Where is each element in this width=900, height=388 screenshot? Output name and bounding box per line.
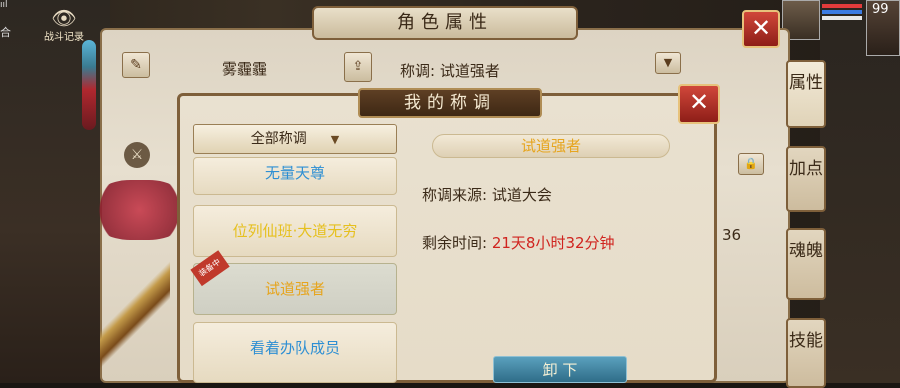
list-item[interactable]: 看着办队成员 — [193, 322, 397, 383]
hud-side-label: 合 — [0, 26, 11, 39]
attribute-value: 36 — [722, 226, 742, 244]
ribbon-decoration — [92, 180, 187, 240]
list-item[interactable]: 无量天尊 — [193, 157, 397, 195]
chevron-down-icon: ▼ — [330, 133, 340, 146]
player-name: 雾霾霾 — [222, 60, 268, 78]
list-item[interactable]: 位列仙班·大道无穷 — [193, 205, 397, 257]
mana-bar — [822, 10, 862, 14]
health-bar — [822, 4, 862, 8]
title-name: 试道强者 — [264, 280, 325, 298]
close-dialog-button[interactable]: ✕ — [678, 84, 720, 124]
tab-add-points[interactable]: 加点 — [786, 146, 826, 212]
chevron-down-icon: ▼ — [663, 56, 673, 69]
player-level: 99 — [872, 2, 889, 17]
title-name: 看着办队成员 — [249, 339, 340, 357]
title-name: 无量天尊 — [264, 164, 325, 182]
current-title-label: 称调: 试道强者 — [400, 62, 500, 80]
close-panel-button[interactable]: ✕ — [742, 10, 780, 48]
dialog-title: 我的称调 — [404, 93, 496, 113]
right-scenery — [820, 0, 900, 383]
remaining-time-label: 剩余时间: — [422, 234, 492, 252]
tassel-decoration — [82, 40, 96, 130]
tab-skills[interactable]: 技能 — [786, 318, 826, 388]
tab-attributes[interactable]: 属性 — [786, 60, 826, 128]
lock-icon: 🔒 — [744, 157, 758, 170]
remaining-time: 剩余时间: 21天8小时32分钟 — [422, 232, 702, 254]
unequip-button[interactable]: 卸 下 — [493, 356, 627, 383]
detail-title-name: 试道强者 — [520, 137, 581, 155]
eye-icon: 👁 — [51, 6, 77, 30]
tab-soul[interactable]: 魂魄 — [786, 228, 826, 300]
crossed-swords-icon[interactable]: ⚔ — [124, 142, 150, 168]
filter-label: 全部称调 — [250, 131, 307, 147]
pencil-icon: ✎ — [130, 57, 142, 73]
title-source: 称调来源: 试道大会 — [422, 186, 552, 204]
share-icon: ⇪ — [352, 59, 364, 74]
remaining-time-value: 21天8小时32分钟 — [491, 234, 615, 252]
panel-title: 角色属性 — [397, 12, 493, 33]
edit-name-button[interactable]: ✎ — [122, 52, 150, 78]
signal-indicator: ııl — [0, 0, 8, 10]
title-filter-dropdown[interactable]: 全部称调 ▼ — [193, 124, 397, 154]
title-name: 位列仙班·大道无穷 — [232, 222, 358, 240]
health-mana-bars — [822, 4, 862, 20]
sword-decoration — [100, 255, 170, 375]
title-dropdown-button[interactable]: ▼ — [655, 52, 681, 74]
lock-button[interactable]: 🔒 — [738, 153, 764, 175]
share-button[interactable]: ⇪ — [344, 52, 372, 82]
exp-bar — [822, 16, 862, 20]
